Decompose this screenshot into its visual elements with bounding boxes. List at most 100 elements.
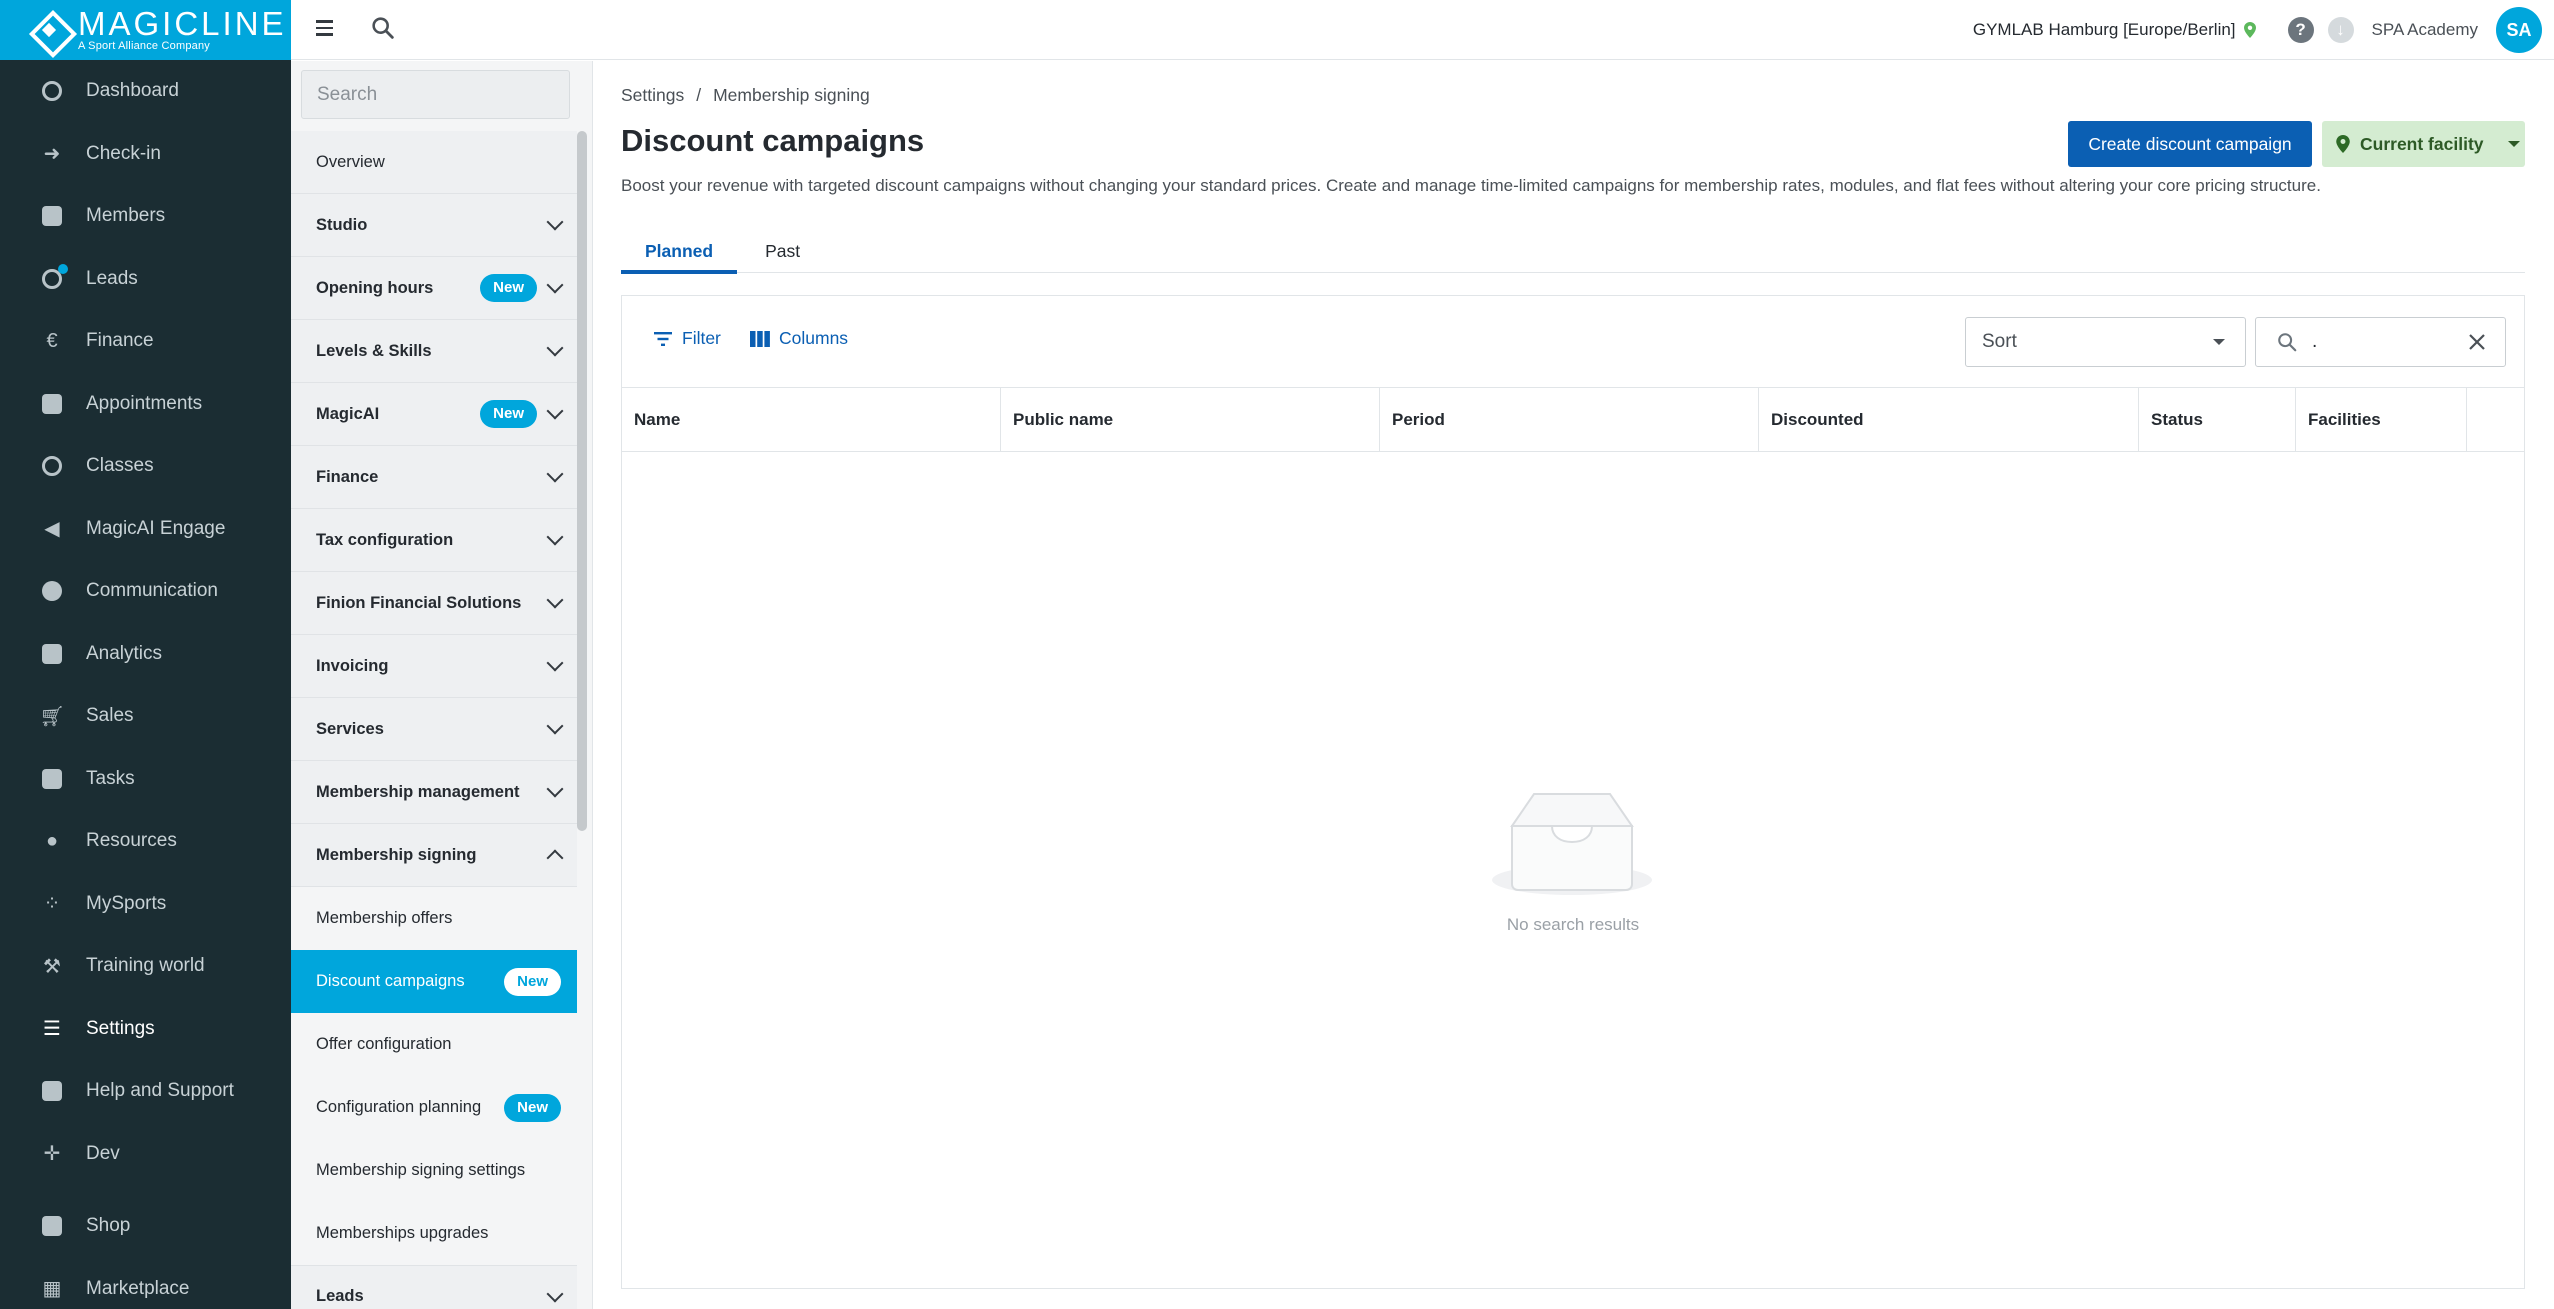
nav-item-training-world[interactable]: ⚒ Training world: [0, 935, 291, 998]
chevron-down-icon: [546, 591, 564, 609]
search-icon[interactable]: [369, 14, 397, 42]
settings-item-membership-signing-settings[interactable]: Membership signing settings: [291, 1139, 577, 1202]
brand-tagline: A Sport Alliance Company: [78, 40, 210, 52]
settings-item-magicai[interactable]: MagicAI New: [291, 383, 577, 446]
settings-item-overview[interactable]: Overview: [291, 131, 577, 194]
megaphone-icon: ◀: [44, 518, 60, 541]
settings-item-finion[interactable]: Finion Financial Solutions: [291, 572, 577, 635]
nav-item-tasks[interactable]: Tasks: [0, 748, 291, 811]
settings-item-services[interactable]: Services: [291, 698, 577, 761]
settings-item-leads[interactable]: Leads: [291, 1265, 577, 1309]
nav-item-leads[interactable]: Leads: [0, 248, 291, 311]
settings-item-membership-signing[interactable]: Membership signing: [291, 824, 577, 887]
sliders-icon: ☰: [43, 1018, 61, 1041]
help-icon: [40, 1079, 64, 1103]
settings-sidebar: Search Overview Studio Opening hours New …: [291, 61, 593, 1309]
tab-past[interactable]: Past: [749, 229, 816, 273]
calendar-icon: [40, 392, 64, 416]
members-icon: [40, 204, 64, 228]
nav-item-dashboard[interactable]: Dashboard: [0, 60, 291, 123]
nav-item-classes[interactable]: Classes: [0, 435, 291, 498]
nav-item-appointments[interactable]: Appointments: [0, 373, 291, 436]
campaigns-table: Filter Columns Sort . Name Public name P…: [621, 295, 2525, 1289]
settings-search-input[interactable]: Search: [301, 70, 570, 119]
column-header-status[interactable]: Status: [2139, 388, 2296, 452]
sort-select[interactable]: Sort: [1965, 317, 2246, 367]
empty-inbox-icon: [1492, 793, 1652, 895]
nav-item-members[interactable]: Members: [0, 185, 291, 248]
table-header-row: Name Public name Period Discounted Statu…: [622, 388, 2524, 452]
dev-icon: ✛: [43, 1143, 61, 1166]
settings-item-studio[interactable]: Studio: [291, 194, 577, 257]
nav-item-dev[interactable]: ✛ Dev: [0, 1123, 291, 1186]
settings-item-opening-hours[interactable]: Opening hours New: [291, 257, 577, 320]
resources-icon: ●: [45, 829, 59, 852]
create-discount-campaign-button[interactable]: Create discount campaign: [2068, 121, 2312, 167]
settings-item-membership-offers[interactable]: Membership offers: [291, 887, 577, 950]
settings-item-offer-configuration[interactable]: Offer configuration: [291, 1013, 577, 1076]
nav-item-analytics[interactable]: Analytics: [0, 623, 291, 686]
main-content: Settings / Membership signing Discount c…: [594, 61, 2554, 1309]
help-icon[interactable]: ?: [2287, 17, 2314, 43]
account-name[interactable]: SPA Academy: [2372, 20, 2478, 40]
nav-item-resources[interactable]: ● Resources: [0, 810, 291, 873]
column-header-period[interactable]: Period: [1380, 388, 1759, 452]
breadcrumb-separator: /: [696, 85, 702, 105]
page-title: Discount campaigns: [621, 123, 925, 158]
mysports-icon: ⁘: [43, 893, 61, 916]
nav-item-help-and-support[interactable]: Help and Support: [0, 1060, 291, 1123]
settings-item-finance[interactable]: Finance: [291, 446, 577, 509]
close-icon[interactable]: [2467, 332, 2487, 352]
column-header-facilities[interactable]: Facilities: [2296, 388, 2467, 452]
settings-item-membership-management[interactable]: Membership management: [291, 761, 577, 824]
empty-state-text: No search results: [1506, 915, 1640, 934]
chevron-down-icon: [546, 339, 564, 357]
shop-icon: [40, 1214, 64, 1238]
settings-item-invoicing[interactable]: Invoicing: [291, 635, 577, 698]
table-search-input[interactable]: .: [2255, 317, 2506, 367]
download-icon[interactable]: ↓: [2327, 17, 2354, 43]
settings-sidebar-scrollbar[interactable]: [577, 131, 587, 831]
tabs: Planned Past: [621, 229, 2525, 274]
chevron-down-icon: [546, 402, 564, 420]
nav-item-magicai-engage[interactable]: ◀ MagicAI Engage: [0, 498, 291, 561]
column-header-actions: [2467, 388, 2524, 452]
settings-item-memberships-upgrades[interactable]: Memberships upgrades: [291, 1202, 577, 1265]
search-value: .: [2312, 331, 2318, 352]
facility-selector[interactable]: GYMLAB Hamburg [Europe/Berlin]: [1973, 20, 2256, 40]
settings-item-levels-skills[interactable]: Levels & Skills: [291, 320, 577, 383]
chevron-down-icon: [546, 654, 564, 672]
nav-item-mysports[interactable]: ⁘ MySports: [0, 873, 291, 936]
nav-item-settings[interactable]: ☰ Settings: [0, 998, 291, 1061]
tab-planned[interactable]: Planned: [621, 229, 738, 274]
analytics-icon: [40, 642, 64, 666]
avatar[interactable]: SA: [2496, 7, 2542, 53]
filter-icon: [654, 331, 672, 346]
chevron-up-icon: [546, 849, 564, 867]
nav-item-sales[interactable]: 🛒︎ Sales: [0, 685, 291, 748]
columns-button[interactable]: Columns: [750, 328, 848, 349]
nav-item-check-in[interactable]: ➜ Check-in: [0, 123, 291, 186]
column-header-public-name[interactable]: Public name: [1001, 388, 1380, 452]
new-badge: New: [504, 967, 561, 996]
breadcrumb-membership-signing[interactable]: Membership signing: [713, 85, 870, 106]
breadcrumb: Settings / Membership signing: [621, 85, 870, 106]
new-badge: New: [504, 1093, 561, 1122]
column-header-name[interactable]: Name: [622, 388, 1001, 452]
table-toolbar: Filter Columns Sort .: [622, 296, 2524, 388]
nav-item-finance[interactable]: € Finance: [0, 310, 291, 373]
settings-item-tax-configuration[interactable]: Tax configuration: [291, 509, 577, 572]
settings-item-configuration-planning[interactable]: Configuration planning New: [291, 1076, 577, 1139]
nav-item-communication[interactable]: Communication: [0, 560, 291, 623]
menu-icon[interactable]: [316, 16, 340, 40]
magicline-logo[interactable]: MAGICLINE A Sport Alliance Company: [0, 0, 291, 60]
breadcrumb-settings[interactable]: Settings: [621, 85, 684, 106]
settings-item-discount-campaigns[interactable]: Discount campaigns New: [291, 950, 577, 1013]
chevron-down-icon: [546, 276, 564, 294]
current-facility-button[interactable]: Current facility: [2322, 121, 2525, 167]
column-header-discounted[interactable]: Discounted: [1759, 388, 2139, 452]
chevron-down-icon: [546, 717, 564, 735]
nav-item-marketplace[interactable]: ▦ Marketplace: [0, 1258, 291, 1309]
filter-button[interactable]: Filter: [653, 328, 721, 349]
nav-item-shop[interactable]: Shop: [0, 1195, 291, 1258]
